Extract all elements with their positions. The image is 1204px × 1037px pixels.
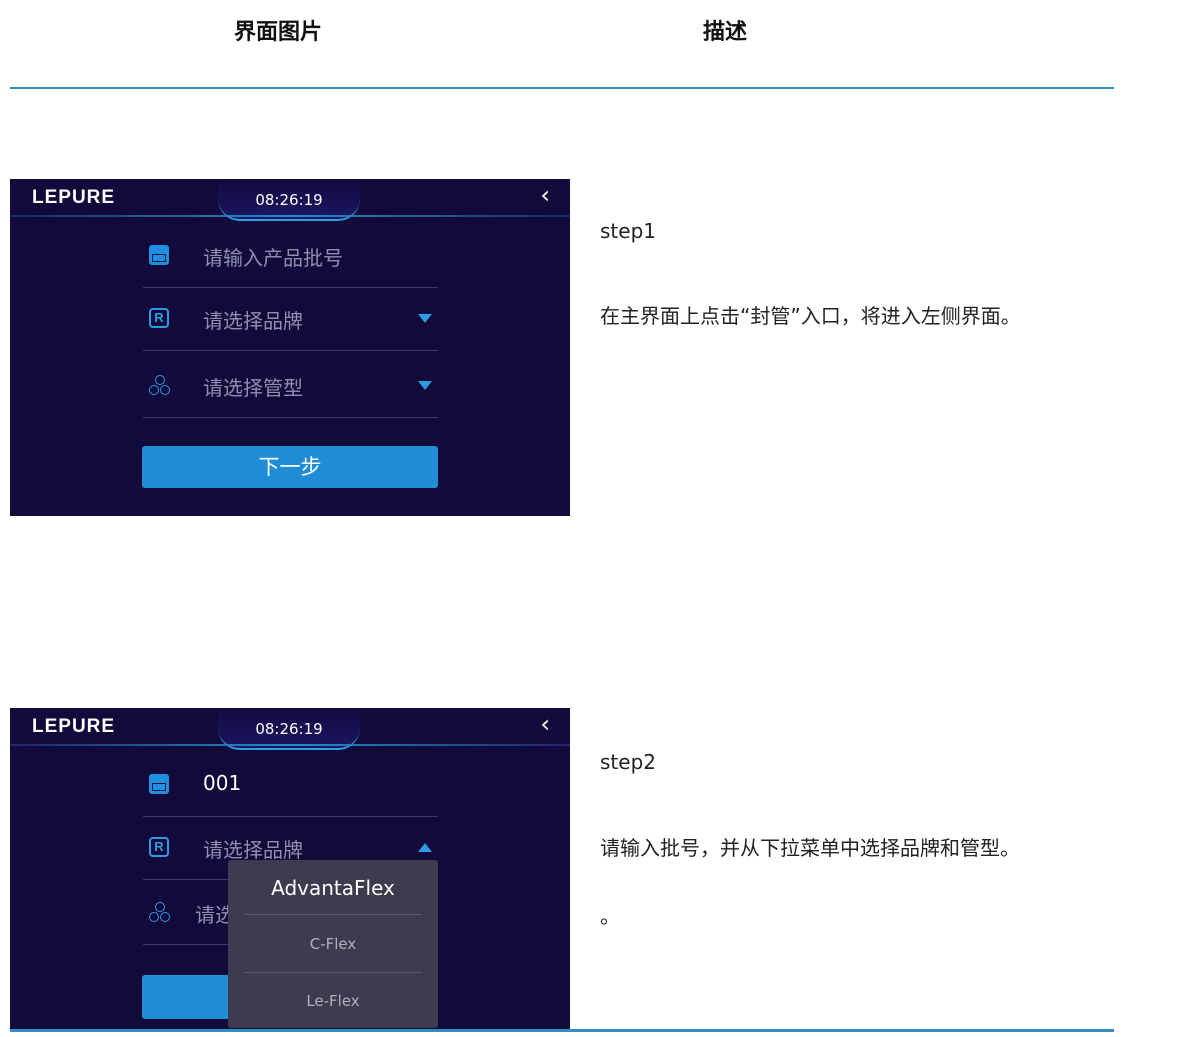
batch-number-field[interactable]: 001 [143, 754, 438, 817]
caret-up-icon[interactable] [418, 843, 432, 852]
batch-number-placeholder: 请输入产品批号 [203, 246, 343, 270]
dropdown-divider [244, 972, 422, 973]
brand-logo: LEPURE [32, 716, 116, 737]
step1-description: 在主界面上点击“封管”入口，将进入左侧界面。 [600, 304, 1021, 328]
brand-select-placeholder: 请选择品牌 [203, 309, 303, 333]
back-chevron-icon[interactable]: ‹ [540, 183, 550, 207]
batch-number-value: 001 [203, 771, 242, 795]
top-bar-glow [10, 215, 570, 217]
dropdown-option-advantaflex[interactable]: AdvantaFlex [244, 876, 422, 900]
device-screen-step1: LEPURE 08:26:19 ‹ 请输入产品批号 R 请选择品牌 请选择管型 … [10, 179, 570, 516]
batch-icon [149, 774, 169, 794]
caret-down-icon[interactable] [418, 314, 432, 323]
tube-type-placeholder: 请选择管型 [203, 376, 303, 400]
tube-type-icon [149, 902, 170, 922]
caret-down-icon[interactable] [418, 381, 432, 390]
top-bar-glow [10, 744, 570, 746]
brand-select-placeholder: 请选择品牌 [203, 838, 303, 862]
clock-time: 08:26:19 [255, 720, 323, 738]
tube-type-icon [149, 375, 170, 395]
brand-logo: LEPURE [32, 187, 116, 208]
dropdown-option-c-flex[interactable]: C-Flex [244, 935, 422, 953]
top-bar: LEPURE 08:26:19 ‹ [10, 179, 570, 221]
step2-description: 请输入批号，并从下拉菜单中选择品牌和管型。 [600, 836, 1020, 860]
back-chevron-icon[interactable]: ‹ [540, 712, 550, 736]
batch-number-field[interactable]: 请输入产品批号 [143, 225, 438, 288]
header-description-column: 描述 [703, 20, 748, 45]
next-step-button[interactable]: 下一步 [142, 446, 438, 488]
step1-title: step1 [600, 219, 656, 243]
clock-time: 08:26:19 [255, 191, 323, 209]
dropdown-option-le-flex[interactable]: Le-Flex [244, 992, 422, 1010]
step2-title: step2 [600, 750, 656, 774]
header-rule [10, 87, 1114, 89]
device-screen-step2: LEPURE 08:26:19 ‹ 001 R 请选择品牌 请选 Advanta… [10, 708, 570, 1029]
tube-type-select[interactable]: 请选择管型 [143, 355, 438, 418]
brand-icon: R [149, 837, 169, 857]
top-bar: LEPURE 08:26:19 ‹ [10, 708, 570, 750]
brand-icon: R [149, 308, 169, 328]
brand-dropdown-menu: AdvantaFlex C-Flex Le-Flex [228, 860, 438, 1028]
dropdown-divider [244, 914, 422, 915]
step2-extra-mark: 。 [600, 904, 620, 928]
footer-rule [10, 1029, 1114, 1032]
batch-icon [149, 245, 169, 265]
brand-select[interactable]: R 请选择品牌 [143, 288, 438, 351]
header-image-column: 界面图片 [234, 20, 323, 45]
